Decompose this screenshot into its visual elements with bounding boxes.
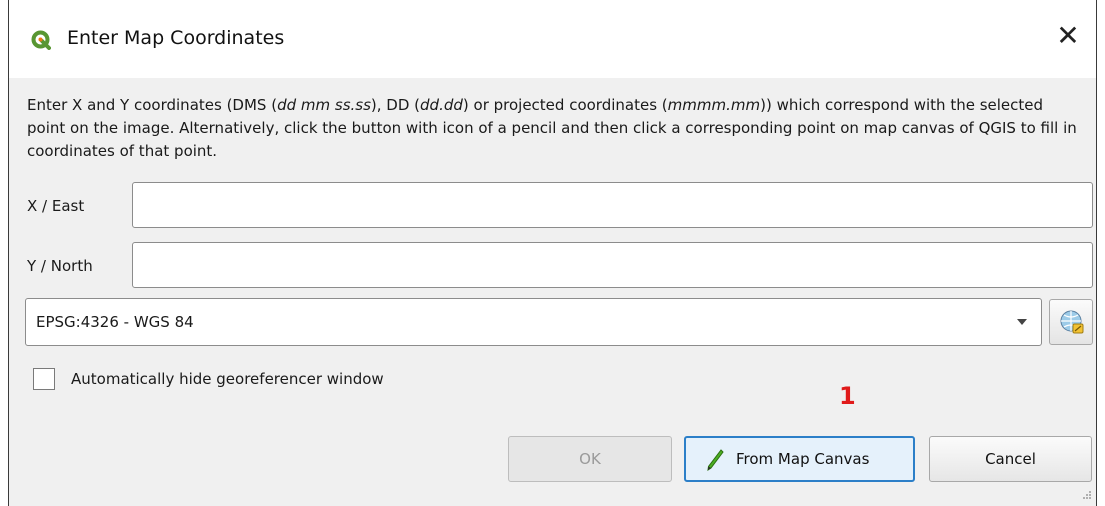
x-east-input[interactable] <box>132 182 1093 228</box>
y-north-label: Y / North <box>27 257 93 275</box>
crs-dropdown[interactable]: EPSG:4326 - WGS 84 <box>25 298 1042 346</box>
auto-hide-checkbox[interactable] <box>33 368 55 390</box>
cancel-button-label: Cancel <box>985 450 1036 468</box>
crs-selector-button[interactable] <box>1049 299 1093 345</box>
chevron-down-icon <box>1017 319 1027 325</box>
enter-map-coordinates-dialog: Enter Map Coordinates ✕ Enter X and Y co… <box>8 0 1097 506</box>
pencil-icon <box>707 449 724 471</box>
y-north-input[interactable] <box>132 242 1093 288</box>
crs-selected-value: EPSG:4326 - WGS 84 <box>36 313 194 331</box>
close-icon[interactable]: ✕ <box>1054 22 1082 50</box>
ok-button[interactable]: OK <box>508 436 672 482</box>
from-map-canvas-label: From Map Canvas <box>736 450 870 468</box>
annotation-marker: 1 <box>839 382 856 410</box>
title-bar: Enter Map Coordinates ✕ <box>9 0 1096 78</box>
resize-grip-icon[interactable] <box>1082 490 1092 500</box>
cancel-button[interactable]: Cancel <box>929 436 1092 482</box>
instructions-text: Enter X and Y coordinates (DMS (dd mm ss… <box>27 96 1077 160</box>
qgis-logo-icon <box>31 30 51 50</box>
from-map-canvas-button[interactable]: From Map Canvas <box>684 436 915 482</box>
projection-selector-icon <box>1060 310 1084 334</box>
dialog-title: Enter Map Coordinates <box>67 27 285 49</box>
x-east-label: X / East <box>27 197 85 215</box>
ok-button-label: OK <box>579 450 601 468</box>
auto-hide-checkbox-label[interactable]: Automatically hide georeferencer window <box>71 370 384 388</box>
